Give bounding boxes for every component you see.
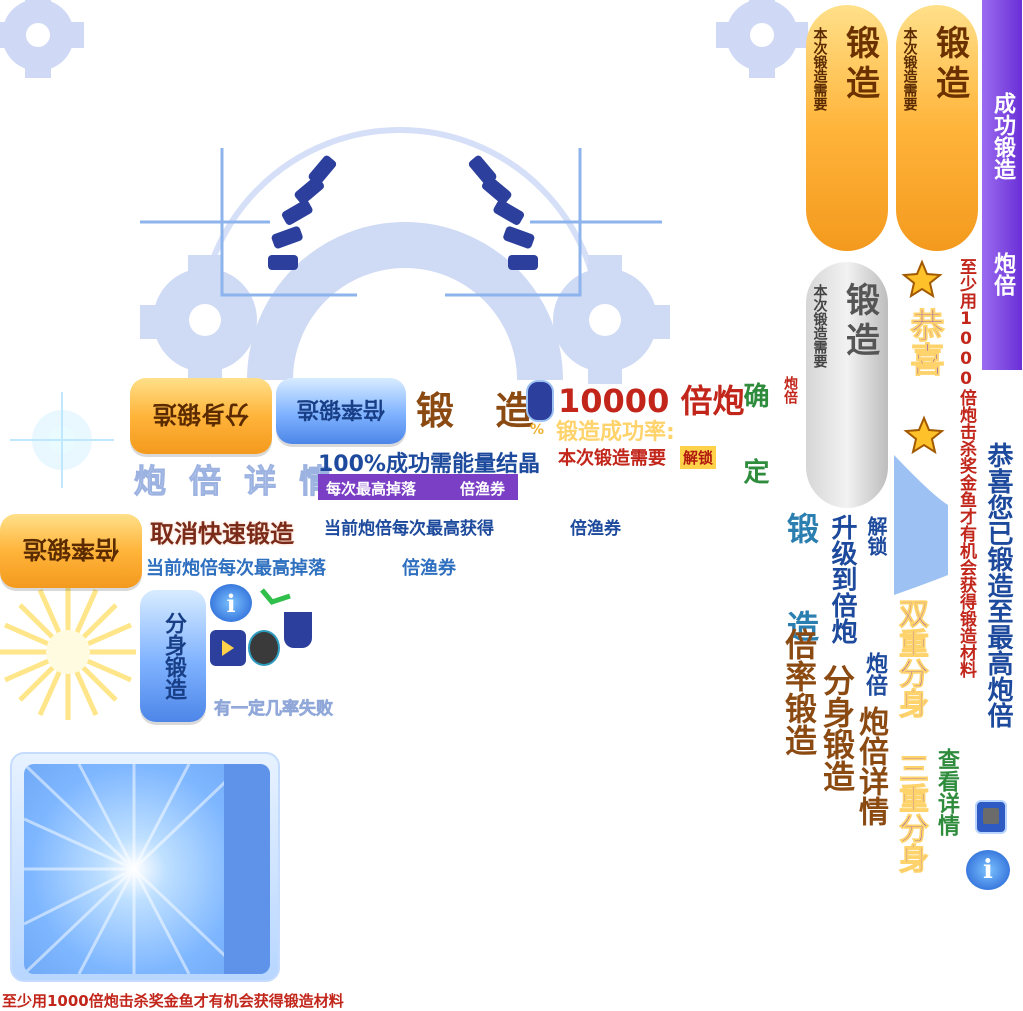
- unlock-text: 解锁: [864, 516, 888, 556]
- double-triple-clone: 双重分身 三重分身: [893, 598, 929, 874]
- sunburst-icon: [0, 585, 136, 720]
- pill-sub: 本次锻造需要: [811, 27, 828, 111]
- check-icon: [260, 588, 291, 605]
- rate-forge-label-2: 倍率锻造: [23, 534, 119, 563]
- bottom-min-note: 至少用1000倍炮击杀奖金鱼才有机会获得锻造材料: [2, 992, 344, 1010]
- bookmark-icon: [284, 612, 312, 648]
- gear-icon: [140, 255, 257, 384]
- fail-chance-text: 有一定几率失败: [214, 699, 334, 720]
- pill-sub: 本次锻造需要: [901, 27, 918, 111]
- clone-forge-v-label: 分身锻造: [161, 612, 186, 700]
- glow-spark-icon: [10, 392, 114, 488]
- confirm-button[interactable]: 确 定: [736, 382, 773, 494]
- gear-icon: [716, 0, 808, 78]
- forge-pill-disabled: 锻造 本次锻造需要: [806, 262, 888, 508]
- pill-title: 锻造: [839, 25, 880, 105]
- info-icon[interactable]: i: [966, 850, 1010, 890]
- pill-sub: 本次锻造需要: [811, 284, 828, 368]
- voucher-text-3: 倍渔券: [402, 558, 456, 579]
- need-forge-text: 本次锻造需要: [558, 448, 666, 469]
- max-drop-text: 每次最高掉落: [326, 480, 417, 498]
- unlock-tag: 解锁: [680, 446, 717, 469]
- view-detail-link[interactable]: 查看详情: [930, 748, 962, 836]
- gear-icon: [0, 0, 84, 78]
- current-max-get: 当前炮倍每次最高获得: [324, 519, 494, 539]
- gem-toggle[interactable]: [526, 380, 554, 422]
- success-rate-label: 锻造成功率:: [556, 420, 675, 445]
- forge-pill-1[interactable]: 锻造 本次锻造需要: [806, 5, 888, 251]
- clone-forge-button-vertical[interactable]: 分身锻造: [140, 590, 206, 722]
- pill-title: 锻造: [839, 282, 880, 362]
- multiplier-small: 炮倍: [782, 376, 798, 404]
- ribbon-title: 成功锻造: [990, 92, 1015, 180]
- cannon-detail-spaced: 炮 倍 详 情: [133, 462, 338, 501]
- radio-dot-icon[interactable]: [248, 630, 280, 666]
- ribbon-sub: 炮倍: [990, 252, 1015, 296]
- clone-forge-vertical: 分身锻造: [818, 664, 856, 792]
- info-icon[interactable]: i: [210, 584, 252, 622]
- clone-forge-button[interactable]: 分身锻造: [130, 378, 272, 454]
- upgrade-text: 升级到倍炮: [827, 514, 857, 644]
- congrats-big: 恭喜: [904, 308, 945, 377]
- pill-title: 锻造: [929, 25, 970, 105]
- clone-forge-label: 分身锻造: [153, 399, 249, 428]
- rate-forge-label: 倍率锻造: [296, 396, 385, 421]
- success-ribbon: 成功锻造 炮倍: [982, 0, 1022, 370]
- min-1000-note-vertical: 至少用1000倍炮击杀奖金鱼才有机会获得锻造材料: [956, 258, 976, 678]
- current-max-drop: 当前炮倍每次最高掉落: [146, 558, 326, 579]
- forge-pill-2[interactable]: 锻造 本次锻造需要: [896, 5, 978, 251]
- cancel-fast-forge-button[interactable]: 取消快速锻造: [150, 514, 294, 549]
- voucher-text-2: 倍渔券: [570, 519, 621, 539]
- checkbox-icon[interactable]: [975, 800, 1007, 834]
- congrats-max-text: 恭喜您已锻造至最高炮倍: [983, 442, 1013, 728]
- preview-panel: [10, 752, 280, 982]
- rate-forge-button-2[interactable]: 倍率锻造: [0, 514, 142, 588]
- voucher-text: 倍渔券: [460, 480, 506, 498]
- cannon-multiplier-vertical: 炮倍: [862, 652, 887, 696]
- rate-forge-button[interactable]: 倍率锻造: [276, 378, 406, 444]
- play-toggle-icon[interactable]: [210, 630, 246, 666]
- percent-sign: %: [530, 422, 545, 438]
- gear-icon: [553, 255, 670, 384]
- detail-slide-tab[interactable]: [888, 455, 952, 595]
